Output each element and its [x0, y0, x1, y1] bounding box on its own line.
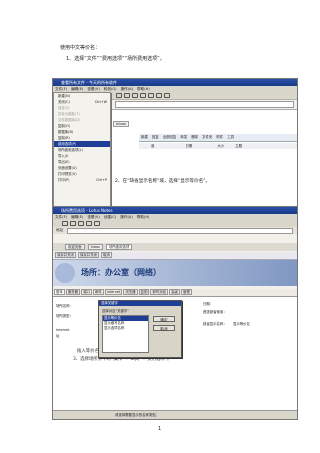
address-label: 地址	[56, 228, 64, 232]
address-bar: 地址	[53, 227, 297, 234]
dialog-prompt: 选择对应"关键字"	[102, 309, 129, 313]
tab-server[interactable]: 服务器	[65, 289, 81, 295]
workspace: Inbox 新建 回复 全部回复 转发 删除 文件夹 附件 工具 谁 日期 大小…	[109, 109, 297, 209]
search-icon[interactable]	[156, 92, 162, 98]
tab-location-options[interactable]: 场所费用选项	[106, 244, 133, 250]
forward-icon[interactable]	[124, 92, 130, 98]
column-header: 谁 日期 大小 主题	[139, 143, 297, 149]
window-title: 场所费用选项 - Lotus Notes	[53, 207, 297, 214]
action-new[interactable]: 新建	[141, 135, 148, 139]
tab-instant-messaging[interactable]: 即时消息	[150, 289, 169, 295]
tab-mail[interactable]: 邮件	[92, 289, 104, 295]
form-action-bar: 保存并关闭 保存并关闭 取消	[53, 252, 297, 260]
page-number: 1	[158, 426, 162, 432]
status-bar: 请选择需要显示的名称类型。	[53, 410, 297, 419]
tab-inbox[interactable]: Inbox	[87, 244, 103, 250]
cancel-button[interactable]: 取消	[101, 252, 112, 258]
tab-port[interactable]: 端口	[81, 289, 92, 295]
tab-browser[interactable]: 浏览器	[123, 289, 138, 295]
refresh-icon[interactable]	[86, 220, 92, 226]
display-name-value[interactable]: 显示等价名	[233, 321, 250, 327]
keyword-list[interactable]: 显示等价名 显示缩写名称 显示选项名称	[102, 315, 149, 353]
window-title: 查看所有文件 - 今天的所有收件	[53, 79, 297, 86]
print-icon[interactable]	[164, 92, 170, 98]
status-text: 请选择需要显示的名称类型。	[115, 413, 160, 417]
action-bar: 新建 回复 全部回复 转发 删除 文件夹 附件 工具	[139, 134, 297, 142]
action-attach[interactable]: 附件	[216, 135, 223, 139]
globe-icon	[55, 263, 75, 283]
tab-basic[interactable]: 基本	[54, 289, 65, 295]
address-input[interactable]	[67, 228, 293, 234]
field-label: 场所名称：	[56, 304, 73, 308]
window-tabs: 欢迎页面 Inbox 场所费用选项	[53, 243, 297, 251]
action-forward[interactable]: 转发	[180, 135, 187, 139]
caption-mid: 2、在“缺省显示名称”域，选择“显示等价名”。	[115, 179, 211, 184]
col-who[interactable]: 谁	[151, 144, 154, 148]
field-label: 首选缺省使用：	[203, 310, 227, 314]
section1-title: 使用中文等价名：	[60, 45, 101, 51]
keyword-dialog: 选择关键字 选择对应"关键字" 显示等价名 显示缩写名称 显示选项名称 确定 取…	[98, 300, 182, 358]
form-title: 场所：办公室（网络）	[81, 268, 161, 277]
save-close-button[interactable]: 保存并关闭	[55, 252, 76, 258]
col-subject[interactable]: 主题	[235, 144, 242, 148]
stop-icon[interactable]	[132, 92, 138, 98]
form-header: 场所：办公室（网络）	[53, 260, 297, 286]
forward-icon[interactable]	[70, 220, 76, 226]
action-folder[interactable]: 文件夹	[202, 135, 212, 139]
search-icon[interactable]	[94, 220, 100, 226]
col-date[interactable]: 日期	[185, 144, 192, 148]
field-label: 缺省显示名称：	[203, 322, 227, 326]
action-reply-all[interactable]: 全部回复	[163, 135, 177, 139]
cancel-button[interactable]: 取消	[153, 325, 175, 331]
tab-advanced[interactable]: 高级	[169, 289, 180, 295]
field-label: 址	[56, 334, 60, 338]
screenshot-location-options: 场所费用选项 - Lotus Notes 文件(F) 编辑(E) 查看(V) 创建(C…	[52, 206, 298, 420]
refresh-icon[interactable]	[140, 92, 146, 98]
inbox-tab[interactable]: Inbox	[113, 121, 129, 127]
field-label: 场所类型：	[56, 314, 73, 318]
action-tools[interactable]: 工具	[227, 135, 234, 139]
field-label: 日期：	[203, 302, 214, 306]
tab-replication[interactable]: 复制	[138, 289, 150, 295]
save-close-button-2[interactable]: 保存并关闭	[78, 252, 99, 258]
action-reply[interactable]: 回复	[152, 135, 159, 139]
home-icon[interactable]	[148, 92, 154, 98]
tab-welcome[interactable]: 欢迎页面	[65, 244, 85, 250]
back-icon[interactable]	[116, 92, 122, 98]
step1-text: 1、选择“文件”“费用选项”“场所费用选项”。	[66, 56, 165, 62]
menu-item[interactable]: 打印(P) Ctrl+P	[54, 177, 110, 183]
tab-internet[interactable]: Internet	[104, 289, 123, 295]
stop-icon[interactable]	[78, 220, 84, 226]
dialog-title: 选择关键字	[99, 301, 181, 306]
action-delete[interactable]: 删除	[191, 135, 198, 139]
address-row	[115, 101, 294, 108]
file-menu-dropdown: 新建(N) 关闭(C) Ctrl+W 保存(S) 另存为模板(T) 文件数据库(D…	[53, 92, 111, 209]
back-icon[interactable]	[62, 220, 68, 226]
screenshot-file-menu: 查看所有文件 - 今天的所有收件 文件(F) 编辑(E) 查看(V) 转到(G) 操作(…	[52, 78, 298, 210]
col-size[interactable]: 大小	[217, 144, 224, 148]
section-tabs: 基本 服务器 端口 邮件 Internet 浏览器 复制 即时消息 高级 管理	[53, 289, 297, 297]
tab-admin[interactable]: 管理	[180, 289, 192, 295]
ok-button[interactable]: 确定	[153, 316, 175, 322]
keyword-item[interactable]: 显示选项名称	[103, 326, 148, 331]
